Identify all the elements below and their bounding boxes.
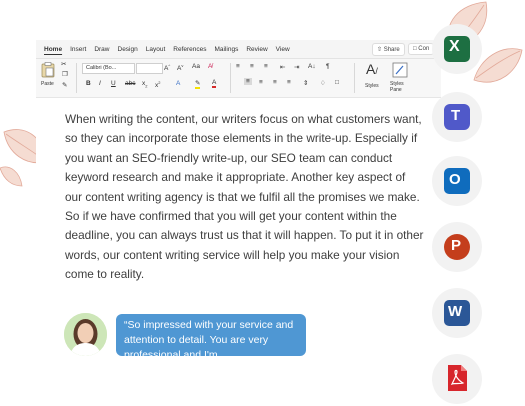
shrink-font-icon[interactable]: Av	[177, 63, 183, 72]
teams-letter: T	[451, 107, 461, 124]
tab-references[interactable]: References	[173, 46, 206, 53]
highlight-icon[interactable]: ✎	[195, 79, 201, 89]
grow-font-icon[interactable]: A^	[164, 63, 170, 72]
format-painter-icon[interactable]: ✎	[62, 81, 67, 89]
ribbon-separator	[354, 63, 355, 93]
tab-draw[interactable]: Draw	[94, 46, 109, 53]
copy-icon[interactable]: ❐	[62, 70, 68, 78]
avatar	[64, 313, 107, 356]
font-color-icon[interactable]: A	[212, 79, 217, 88]
ribbon-separator	[76, 63, 77, 93]
ribbon-tabs: Home Insert Draw Design Layout Reference…	[36, 40, 441, 59]
line-spacing-icon[interactable]: ⇕	[303, 79, 308, 87]
font-name-select[interactable]: Calibri (Bo...	[82, 63, 135, 74]
share-label: Share	[383, 47, 400, 53]
italic-icon[interactable]: I	[99, 80, 101, 87]
decrease-indent-icon[interactable]: ⇤	[280, 63, 285, 71]
underline-icon[interactable]: U	[111, 80, 116, 87]
testimonial-text: “So impressed with your service and atte…	[124, 319, 294, 356]
outlook-app[interactable]: O	[432, 156, 482, 206]
justify-icon[interactable]: ≡	[287, 79, 291, 86]
tab-mailings[interactable]: Mailings	[215, 46, 239, 53]
tab-home[interactable]: Home	[44, 46, 62, 53]
powerpoint-letter: P	[451, 237, 462, 254]
testimonial-bubble: “So impressed with your service and atte…	[116, 314, 306, 356]
pdf-app[interactable]	[432, 354, 482, 404]
align-center-icon[interactable]: ≡	[259, 79, 263, 86]
bold-icon[interactable]: B	[86, 80, 91, 87]
comments-label: Con	[418, 46, 430, 52]
increase-indent-icon[interactable]: ⇥	[294, 63, 299, 71]
sort-icon[interactable]: A↓	[308, 63, 316, 70]
comment-icon: □	[413, 46, 417, 52]
pdf-icon	[448, 365, 467, 391]
shading-icon[interactable]: ♢	[320, 79, 326, 87]
powerpoint-app[interactable]: P	[432, 222, 482, 272]
text-effects-icon[interactable]: A	[176, 80, 180, 87]
change-case-icon[interactable]: Aa	[192, 63, 200, 70]
tab-view[interactable]: View	[276, 46, 290, 53]
ribbon-separator	[230, 63, 231, 93]
word-app[interactable]: W	[432, 288, 482, 338]
strikethrough-icon[interactable]: abc	[125, 80, 135, 87]
styles-gallery-icon[interactable]: A/	[366, 61, 378, 77]
tab-insert[interactable]: Insert	[70, 46, 86, 53]
clear-formatting-icon[interactable]: A̸	[208, 63, 212, 70]
paste-icon[interactable]	[41, 62, 55, 78]
font-size-select[interactable]	[136, 63, 163, 74]
align-right-icon[interactable]: ≡	[273, 79, 277, 86]
align-left-icon[interactable]: ≡	[244, 78, 252, 85]
paste-label: Paste	[41, 81, 54, 87]
subscript-icon[interactable]: x2	[142, 80, 147, 88]
teams-app[interactable]: T	[432, 92, 482, 142]
styles-pane-label: Styles Pane	[390, 81, 404, 93]
share-icon: ⇧	[377, 47, 383, 53]
numbering-icon[interactable]: ≡	[250, 63, 254, 70]
ribbon-toolbar: Paste ✂ ❐ ✎ Calibri (Bo... A^ Av Aa A̸ B…	[36, 59, 441, 98]
multilevel-list-icon[interactable]: ≡	[264, 63, 268, 70]
outlook-letter: O	[449, 171, 461, 188]
borders-icon[interactable]: □	[335, 79, 339, 86]
superscript-icon[interactable]: x2	[155, 80, 160, 89]
show-marks-icon[interactable]: ¶	[326, 63, 330, 70]
avatar-portrait-icon	[64, 313, 107, 356]
document-body-text[interactable]: When writing the content, our writers fo…	[65, 110, 425, 285]
word-letter: W	[448, 303, 463, 320]
share-button[interactable]: ⇧ Share	[372, 43, 405, 56]
styles-label: Styles	[365, 83, 379, 89]
bullets-icon[interactable]: ≡	[236, 63, 240, 70]
tab-design[interactable]: Design	[118, 46, 138, 53]
cut-icon[interactable]: ✂	[61, 60, 66, 68]
excel-app[interactable]: X	[432, 24, 482, 74]
styles-pane-icon[interactable]	[392, 62, 408, 78]
tab-layout[interactable]: Layout	[146, 46, 166, 53]
tab-review[interactable]: Review	[246, 46, 267, 53]
font-name-value: Calibri (Bo...	[86, 65, 117, 71]
excel-letter: X	[449, 38, 460, 55]
comments-button[interactable]: □ Con	[408, 43, 435, 55]
